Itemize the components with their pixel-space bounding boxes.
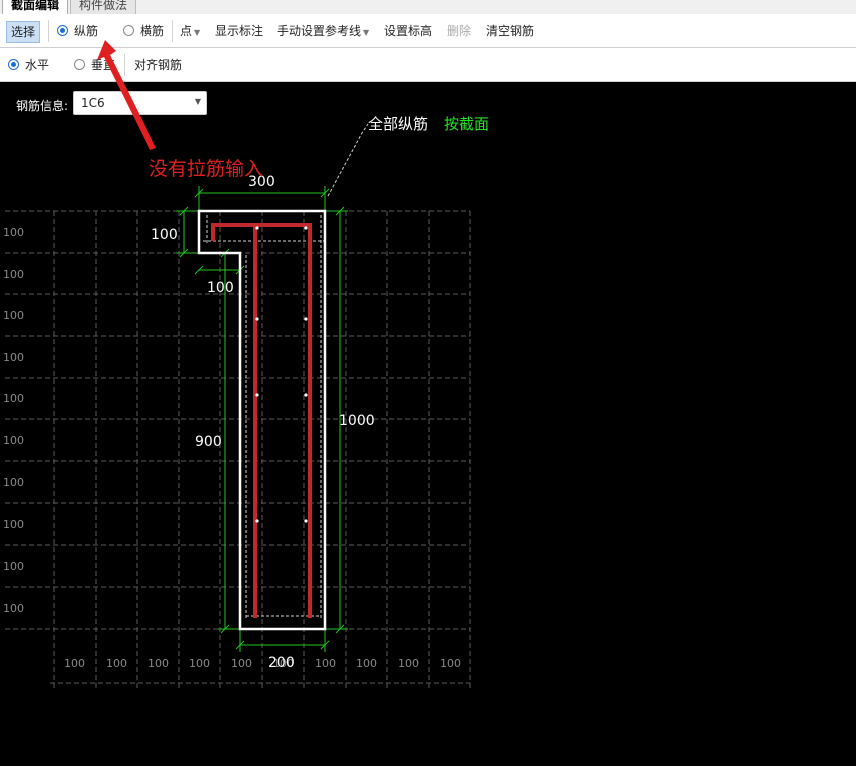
grid-label: 100 — [3, 309, 24, 322]
all-longitudinal-label: 全部纵筋 — [368, 115, 428, 133]
grid-label: 100 — [356, 657, 377, 670]
grid-label: 100 — [3, 226, 24, 239]
grid-label: 100 — [3, 392, 24, 405]
grid-label: 100 — [231, 657, 252, 670]
grid-label: 100 — [315, 657, 336, 670]
grid-label: 100 — [3, 476, 24, 489]
by-section-link[interactable]: 按截面 — [444, 115, 489, 133]
grid-label: 100 — [3, 351, 24, 364]
grid-label: 100 — [3, 434, 24, 447]
grid-label: 100 — [106, 657, 127, 670]
dim-bottom: 200 — [268, 655, 295, 671]
cover-lines — [203, 215, 325, 620]
grid-label: 100 — [3, 602, 24, 615]
dim-web-height: 900 — [195, 434, 222, 450]
grid-label: 100 — [3, 560, 24, 573]
dim-full-height: 1000 — [339, 413, 375, 429]
grid-label: 100 — [440, 657, 461, 670]
grid-label: 100 — [398, 657, 419, 670]
grid-label: 100 — [64, 657, 85, 670]
dim-flange-width: 100 — [207, 280, 234, 296]
grid-label: 100 — [3, 518, 24, 531]
dim-flange-height: 100 — [151, 227, 178, 243]
annotation-text: 没有拉筋输入 — [149, 158, 263, 180]
annotation-arrow-icon — [97, 40, 156, 150]
grid-label: 100 — [3, 268, 24, 281]
grid-label: 100 — [189, 657, 210, 670]
section-drawing: 100 100 100 100 100 100 100 100 100 100 100 100 100 1… — [3, 40, 489, 688]
rebar-points — [255, 226, 308, 523]
leader-line — [327, 123, 369, 197]
bottom-strip — [0, 766, 856, 770]
reference-grid — [5, 210, 471, 688]
grid-label: 100 — [148, 657, 169, 670]
